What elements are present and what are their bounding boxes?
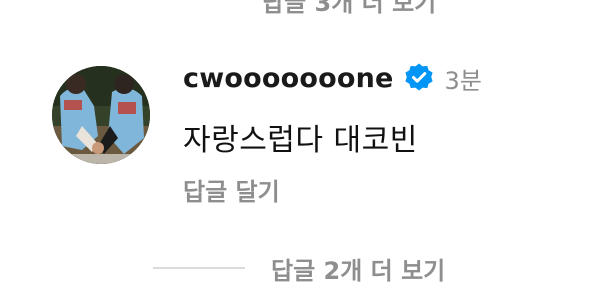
reply-button[interactable]: 답글 달기: [183, 172, 280, 207]
view-more-replies-button[interactable]: 답글 2개 더 보기: [153, 248, 445, 288]
comment-timestamp: 3분: [444, 66, 482, 95]
comment-thread: 답글 3개 더 보기 cwooooooone 3분 자랑스럽다 대코빈 답글 달…: [0, 0, 592, 301]
replies-divider-line: [153, 267, 245, 269]
avatar-photo: [52, 66, 150, 164]
username-link[interactable]: cwooooooone: [183, 63, 394, 94]
verified-badge-icon: [403, 62, 435, 94]
comment-text: 자랑스럽다 대코빈: [183, 123, 418, 158]
view-more-replies-label: 답글 2개 더 보기: [271, 256, 446, 285]
more-replies-above-button[interactable]: 답글 3개 더 보기: [262, 0, 436, 18]
avatar[interactable]: [52, 66, 150, 164]
comment-header: cwooooooone 3분: [183, 58, 482, 98]
